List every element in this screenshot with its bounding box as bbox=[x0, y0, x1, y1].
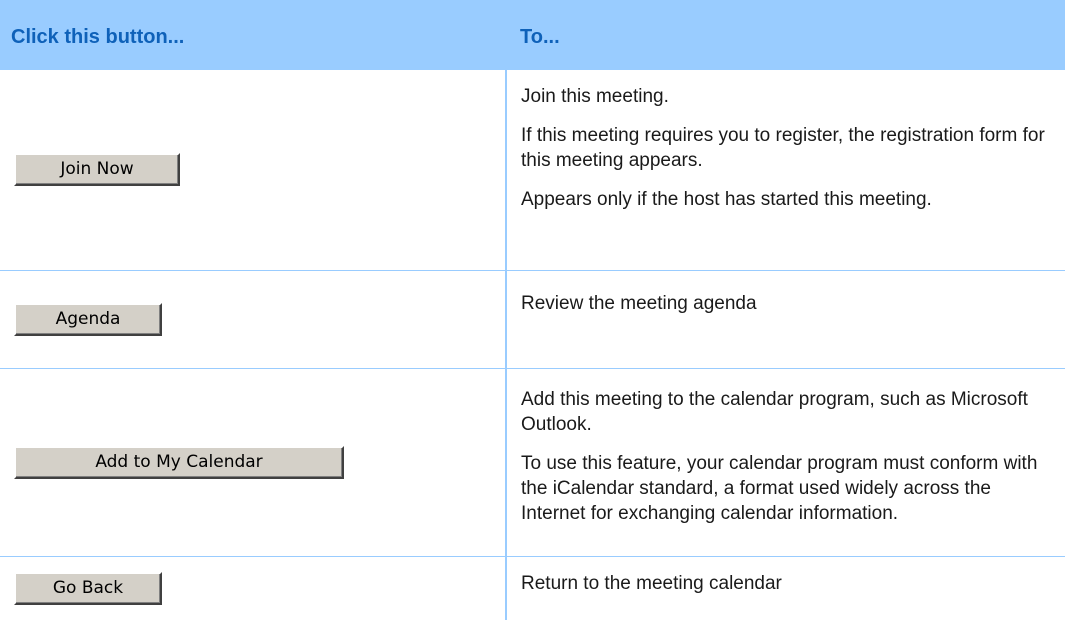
description-cell: Review the meeting agenda bbox=[505, 270, 1065, 369]
description-text: If this meeting requires you to register… bbox=[521, 125, 1045, 171]
join-now-button[interactable]: Join Now bbox=[14, 153, 180, 187]
description-cell: Join this meeting. If this meeting requi… bbox=[505, 70, 1065, 271]
table-row: Add to My Calendar Add this meeting to t… bbox=[0, 368, 1065, 557]
description-text: Add this meeting to the calendar program… bbox=[521, 388, 1028, 435]
description-text: Join this meeting. bbox=[521, 86, 669, 107]
button-reference-table: Click this button... To... Join Now Join… bbox=[0, 0, 1065, 620]
table-row: Join Now Join this meeting. If this meet… bbox=[0, 70, 1065, 271]
button-cell: Add to My Calendar bbox=[0, 368, 506, 557]
add-to-my-calendar-button[interactable]: Add to My Calendar bbox=[14, 445, 344, 479]
agenda-button[interactable]: Agenda bbox=[14, 302, 162, 336]
description-text: Appears only if the host has started thi… bbox=[521, 189, 932, 210]
table-row: Go Back Return to the meeting calendar bbox=[0, 556, 1065, 620]
header-to: To... bbox=[520, 25, 560, 48]
button-cell: Agenda bbox=[0, 270, 506, 369]
button-cell: Go Back bbox=[0, 556, 506, 620]
description-text: Review the meeting agenda bbox=[521, 292, 757, 314]
description-cell: Return to the meeting calendar bbox=[505, 556, 1065, 620]
header-click-this-button: Click this button... bbox=[11, 25, 185, 48]
go-back-button[interactable]: Go Back bbox=[14, 571, 162, 605]
table-header-row: Click this button... To... bbox=[0, 0, 1065, 70]
table-row: Agenda Review the meeting agenda bbox=[0, 270, 1065, 369]
description-text: To use this feature, your calendar progr… bbox=[521, 452, 1038, 524]
description-text: Return to the meeting calendar bbox=[521, 572, 782, 594]
description-cell: Add this meeting to the calendar program… bbox=[505, 368, 1065, 557]
button-cell: Join Now bbox=[0, 70, 506, 271]
